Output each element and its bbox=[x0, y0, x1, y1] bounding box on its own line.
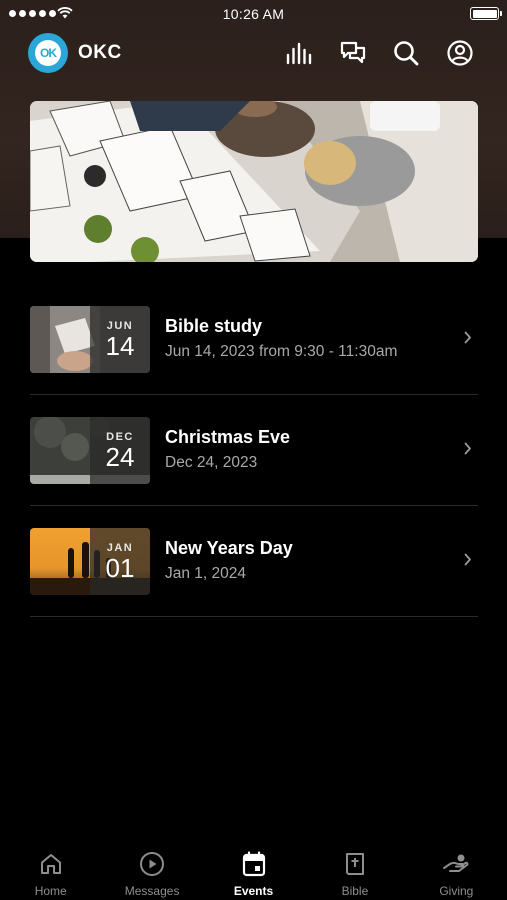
event-row[interactable]: JUN 14 Bible study Jun 14, 2023 from 9:3… bbox=[30, 284, 478, 395]
church-logo[interactable]: OK bbox=[28, 33, 68, 73]
event-subtitle: Jun 14, 2023 from 9:30 - 11:30am bbox=[165, 343, 398, 360]
status-bar: 10:26 AM bbox=[0, 0, 507, 28]
event-date-badge: JAN 01 bbox=[90, 528, 150, 595]
tab-label: Giving bbox=[439, 884, 474, 898]
event-title: Bible study bbox=[165, 316, 263, 336]
event-row[interactable]: JAN 01 New Years Day Jan 1, 2024 bbox=[30, 506, 478, 617]
tab-label: Bible bbox=[341, 884, 369, 898]
event-date-badge: JUN 14 bbox=[90, 306, 150, 373]
event-thumbnail: JUN 14 bbox=[30, 306, 150, 373]
event-date-badge: DEC 24 bbox=[90, 417, 150, 484]
play-icon bbox=[139, 850, 165, 878]
event-day: 01 bbox=[105, 552, 135, 583]
bible-icon bbox=[344, 850, 366, 878]
tab-label: Events bbox=[233, 884, 274, 898]
event-subtitle: Dec 24, 2023 bbox=[165, 454, 258, 471]
event-thumbnail: JAN 01 bbox=[30, 528, 150, 595]
tab-label: Home bbox=[34, 884, 67, 898]
event-title: Christmas Eve bbox=[165, 427, 291, 447]
event-subtitle: Jan 1, 2024 bbox=[165, 565, 247, 582]
battery-icon bbox=[470, 7, 502, 20]
events-list: JUN 14 Bible study Jun 14, 2023 from 9:3… bbox=[30, 284, 478, 617]
chevron-right-icon bbox=[464, 331, 471, 344]
tab-bible[interactable]: Bible bbox=[304, 838, 405, 900]
giving-icon bbox=[442, 850, 470, 878]
chevron-right-icon bbox=[464, 442, 471, 455]
tab-label: Messages bbox=[124, 884, 180, 898]
event-day: 14 bbox=[105, 330, 135, 361]
event-row[interactable]: DEC 24 Christmas Eve Dec 24, 2023 bbox=[30, 395, 478, 506]
event-month: JAN bbox=[106, 541, 134, 554]
tab-messages[interactable]: Messages bbox=[101, 838, 202, 900]
chat-icon[interactable] bbox=[339, 39, 367, 67]
event-day: 24 bbox=[105, 441, 135, 472]
chevron-right-icon bbox=[464, 553, 471, 566]
event-thumbnail: DEC 24 bbox=[30, 417, 150, 484]
status-time: 10:26 AM bbox=[222, 6, 285, 22]
tab-bar: Home Messages Events Bible Giving bbox=[0, 838, 507, 900]
org-name: OKC bbox=[78, 42, 122, 63]
activity-icon[interactable] bbox=[285, 39, 313, 67]
home-icon bbox=[39, 850, 63, 878]
hero-image[interactable] bbox=[30, 101, 478, 262]
event-month: JUN bbox=[106, 319, 134, 332]
event-month: DEC bbox=[106, 430, 134, 443]
tab-home[interactable]: Home bbox=[0, 838, 101, 900]
tab-giving[interactable]: Giving bbox=[406, 838, 507, 900]
app-header: OK OKC bbox=[0, 32, 507, 74]
calendar-icon bbox=[242, 850, 266, 878]
profile-icon[interactable] bbox=[446, 39, 474, 67]
tab-events[interactable]: Events bbox=[203, 838, 304, 900]
logo-mark: OK bbox=[35, 40, 61, 66]
search-icon[interactable] bbox=[392, 39, 420, 67]
event-title: New Years Day bbox=[165, 538, 293, 558]
